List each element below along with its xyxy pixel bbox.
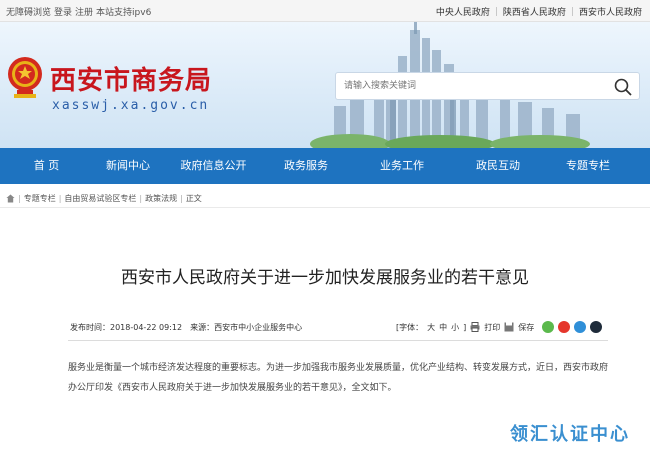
article-meta: 发布时间： 2018-04-22 09:12 来源： 西安市中小企业服务中心 [… — [70, 318, 650, 336]
breadcrumb-special[interactable]: 专题专栏 — [24, 193, 56, 204]
article-body: 服务业是衡量一个城市经济发达程度的重要标志。为进一步加强我市服务业发展质量，优化… — [68, 363, 609, 393]
font-size-small[interactable]: 小 — [451, 322, 459, 333]
register-link[interactable]: 注册 — [75, 5, 93, 18]
qzone-share-icon[interactable] — [574, 321, 587, 333]
nav-item-business[interactable]: 业务工作 — [367, 148, 437, 184]
nav-item-gov-info[interactable]: 政府信息公开 — [171, 148, 256, 184]
breadcrumb: | 专题专栏 | 自由贸易试验区专栏 | 政策法规 | 正文 — [0, 190, 650, 208]
save-button[interactable]: 保存 — [518, 322, 534, 333]
breadcrumb-ftz[interactable]: 自由贸易试验区专栏 — [64, 193, 136, 204]
source-value: 西安市中小企业服务中心 — [214, 322, 303, 332]
watermark-text: 领汇认证中心 — [510, 424, 630, 445]
nav-item-news[interactable]: 新闻中心 — [93, 148, 163, 184]
divider: | — [570, 6, 574, 17]
topbar-left-links: 无障碍浏览 登录 注册 本站支持ipv6 — [6, 5, 151, 18]
qq-share-icon[interactable] — [590, 321, 603, 333]
topbar-right-links: 中央人民政府 | 陕西省人民政府 | 西安市人民政府 — [436, 5, 642, 19]
search-box — [335, 72, 640, 100]
breadcrumb-current: 正文 — [185, 194, 202, 203]
divider — [68, 340, 608, 341]
print-button[interactable]: 打印 — [484, 322, 500, 333]
source-label: 来源： — [190, 322, 215, 332]
central-gov-link[interactable]: 中央人民政府 — [436, 5, 490, 18]
article-tools: [字体： 大 中 小 ] 打印 保存 — [396, 318, 603, 336]
search-input[interactable] — [336, 73, 606, 99]
top-utility-bar: 无障碍浏览 登录 注册 本站支持ipv6 中央人民政府 | 陕西省人民政府 | … — [0, 0, 650, 22]
breadcrumb-separator: | — [18, 194, 21, 203]
font-size-label: [字体： — [396, 322, 424, 332]
login-link[interactable]: 登录 — [54, 5, 72, 18]
breadcrumb-policy[interactable]: 政策法规 — [145, 193, 177, 204]
article-title: 西安市人民政府关于进一步加快发展服务业的若干意见 — [121, 268, 529, 288]
divider: | — [494, 6, 498, 17]
font-size-large[interactable]: 大 — [427, 322, 435, 333]
nav-item-home[interactable]: 首 页 — [0, 148, 73, 184]
nav-item-special[interactable]: 专题专栏 — [553, 148, 623, 184]
accessibility-link[interactable]: 无障碍浏览 — [6, 5, 51, 18]
published-time: 2018-04-22 09:12 — [110, 322, 183, 332]
save-icon[interactable] — [504, 322, 514, 332]
weibo-share-icon[interactable] — [558, 321, 571, 333]
home-icon[interactable] — [6, 194, 15, 203]
nav-item-interaction[interactable]: 政民互动 — [463, 148, 533, 184]
published-label: 发布时间： — [70, 322, 110, 332]
breadcrumb-separator: | — [180, 194, 183, 203]
shaanxi-gov-link[interactable]: 陕西省人民政府 — [503, 5, 566, 18]
wechat-share-icon[interactable] — [542, 321, 555, 333]
breadcrumb-separator: | — [139, 194, 143, 203]
font-size-medium[interactable]: 中 — [439, 322, 447, 333]
nav-item-services[interactable]: 政务服务 — [271, 148, 341, 184]
site-title[interactable]: 西安市商务局 — [50, 60, 212, 97]
main-nav: 首 页 新闻中心 政府信息公开 政务服务 业务工作 政民互动 专题专栏 — [0, 148, 650, 184]
search-icon[interactable] — [613, 77, 633, 97]
print-icon[interactable] — [470, 322, 480, 332]
breadcrumb-separator: | — [58, 194, 62, 203]
ipv6-notice: 本站支持ipv6 — [96, 8, 152, 18]
site-header: 西安市商务局 xasswj.xa.gov.cn — [0, 22, 650, 148]
font-size-close: ] — [463, 322, 467, 332]
site-domain: xasswj.xa.gov.cn — [52, 98, 210, 113]
national-emblem-icon — [8, 57, 42, 98]
article: 西安市人民政府关于进一步加快发展服务业的若干意见 发布时间： 2018-04-2… — [0, 208, 650, 450]
xian-gov-link[interactable]: 西安市人民政府 — [579, 5, 642, 18]
